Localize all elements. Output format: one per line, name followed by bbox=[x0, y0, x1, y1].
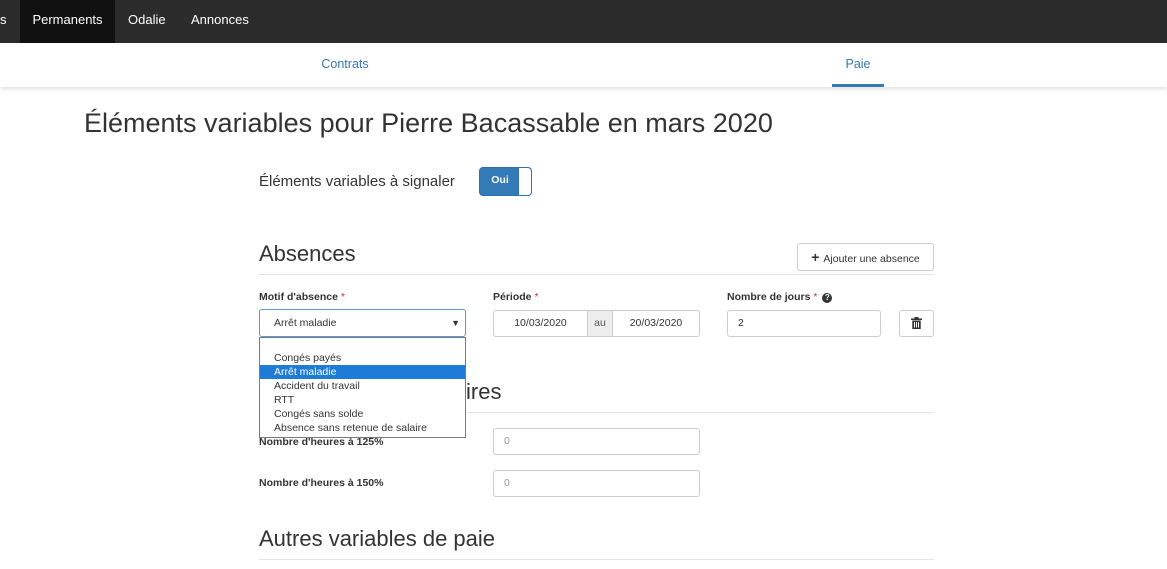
periode-label-text: Période bbox=[493, 291, 532, 303]
date-to-input[interactable]: 20/03/2020 bbox=[612, 310, 700, 337]
motif-select-value: Arrêt maladie bbox=[274, 317, 337, 329]
plus-icon: + bbox=[811, 249, 820, 265]
signal-toggle[interactable]: Oui bbox=[479, 167, 532, 196]
tab-bar: Contrats Paie bbox=[0, 43, 1167, 87]
absences-title: Absences bbox=[259, 241, 356, 266]
nav-item-permanents[interactable]: Permanents bbox=[20, 0, 115, 43]
hours-150-label: Nombre d'heures à 150% bbox=[259, 477, 384, 489]
motif-label-text: Motif d'absence bbox=[259, 291, 338, 303]
hours-125-input[interactable]: 0 bbox=[493, 428, 700, 455]
dropdown-arrow-icon: ▼ bbox=[451, 318, 460, 328]
required-mark: * bbox=[534, 291, 539, 303]
toggle-knob[interactable] bbox=[518, 168, 531, 195]
dropdown-option[interactable]: Congés sans solde bbox=[260, 407, 465, 421]
dropdown-option[interactable]: Accident du travail bbox=[260, 379, 465, 393]
signal-label: Éléments variables à signaler bbox=[259, 173, 455, 190]
dropdown-option[interactable]: Absence sans retenue de salaire bbox=[260, 421, 465, 435]
required-mark: * bbox=[340, 291, 345, 303]
autres-divider bbox=[259, 559, 934, 560]
add-absence-label: Ajouter une absence bbox=[823, 253, 920, 265]
motif-label: Motif d'absence * bbox=[259, 291, 345, 303]
add-absence-button[interactable]: + Ajouter une absence bbox=[797, 243, 934, 271]
nav-item-odalie[interactable]: Odalie bbox=[128, 0, 168, 43]
date-from-input[interactable]: 10/03/2020 bbox=[493, 310, 588, 337]
hours-150-input[interactable]: 0 bbox=[493, 470, 700, 497]
toggle-on-label: Oui bbox=[491, 174, 509, 186]
delete-absence-button[interactable] bbox=[899, 310, 934, 337]
periode-label: Période * bbox=[493, 291, 539, 303]
nav-item-partial[interactable]: s bbox=[0, 0, 14, 43]
motif-dropdown-list[interactable]: Congés payés Arrêt maladie Accident du t… bbox=[259, 337, 466, 438]
trash-icon bbox=[911, 317, 922, 329]
dropdown-option-selected[interactable]: Arrêt maladie bbox=[260, 365, 465, 379]
autres-title: Autres variables de paie bbox=[259, 526, 496, 551]
question-circle-icon[interactable]: ? bbox=[822, 293, 833, 303]
tab-paie[interactable]: Paie bbox=[832, 43, 884, 87]
jours-label-text: Nombre de jours bbox=[727, 291, 811, 303]
required-mark: * bbox=[813, 291, 818, 303]
date-separator: au bbox=[588, 310, 612, 337]
jours-label: Nombre de jours * ? bbox=[727, 291, 833, 303]
page-title: Éléments variables pour Pierre Bacassabl… bbox=[84, 108, 773, 138]
jours-input[interactable]: 2 bbox=[727, 310, 881, 337]
top-navbar: s Permanents Odalie Annonces bbox=[0, 0, 1167, 43]
dropdown-option[interactable]: Congés payés bbox=[260, 351, 465, 365]
absences-divider bbox=[259, 274, 934, 275]
motif-select[interactable]: Arrêt maladie ▼ bbox=[259, 309, 466, 337]
tab-contrats[interactable]: Contrats bbox=[300, 43, 390, 87]
dropdown-option[interactable]: RTT bbox=[260, 393, 465, 407]
nav-item-annonces[interactable]: Annonces bbox=[191, 0, 261, 43]
hours-title-text: ires bbox=[466, 379, 502, 404]
